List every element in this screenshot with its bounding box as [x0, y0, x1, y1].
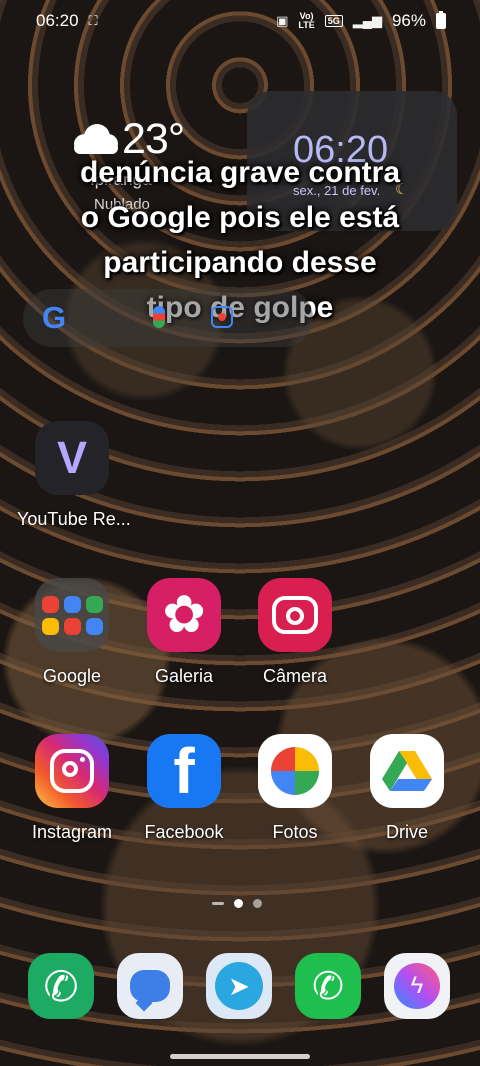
google-folder-icon — [35, 578, 109, 652]
facebook-icon: f — [147, 734, 221, 808]
google-drive-icon — [370, 734, 444, 808]
caption-line-1: denúncia grave contra — [79, 156, 401, 189]
battery-percent: 96% — [391, 11, 426, 30]
app-folder-google[interactable]: Google — [17, 578, 127, 687]
network-badge-5g: 5G — [324, 15, 343, 27]
galeria-flower-icon: ✿ — [147, 578, 221, 652]
dock-messages-icon[interactable] — [117, 953, 183, 1019]
voice-search-mic-icon[interactable] — [153, 306, 165, 328]
page-indicator-dot-active — [234, 899, 243, 908]
network-type-indicator: Vo) LTE — [298, 12, 314, 30]
youtube-revanced-icon: V — [35, 421, 109, 495]
google-logo-icon: G — [41, 300, 67, 335]
app-label-google: Google — [42, 666, 102, 686]
instagram-icon — [35, 734, 109, 808]
galeria-glyph: ✿ — [162, 586, 206, 644]
app-label-instagram: Instagram — [31, 822, 113, 842]
status-left: 06:20 ⛶ — [36, 11, 98, 31]
signal-icon: ▂▄▆ — [352, 13, 382, 28]
app-instagram[interactable]: Instagram — [17, 734, 127, 843]
status-time: 06:20 — [36, 11, 79, 30]
app-label-facebook: Facebook — [144, 822, 224, 842]
caption-line-2: o Google pois ele está — [80, 201, 400, 234]
app-facebook[interactable]: f Facebook — [129, 734, 239, 843]
page-indicator[interactable] — [212, 899, 262, 908]
cloud-icon — [68, 120, 118, 154]
battery-saver-icon: ▣ — [276, 13, 289, 28]
caption-line-3: participando desse — [103, 246, 377, 279]
battery-icon — [436, 11, 446, 29]
status-right: ▣ Vo) LTE 5G ▂▄▆ 96% — [276, 11, 446, 31]
google-search-bar[interactable]: G — [23, 289, 313, 347]
screenshot-icon: ⛶ — [88, 13, 98, 28]
app-galeria[interactable]: ✿ Galeria — [129, 578, 239, 687]
app-label-drive: Drive — [385, 822, 428, 842]
dock-whatsapp-icon[interactable]: ✆ — [295, 953, 361, 1019]
dock-telegram-icon[interactable]: ➤ — [206, 953, 272, 1019]
app-drive[interactable]: Drive — [352, 734, 462, 843]
google-photos-pinwheel-icon — [258, 734, 332, 808]
app-label-fotos: Fotos — [272, 822, 318, 842]
page-indicator-dot — [253, 899, 262, 908]
google-lens-icon[interactable] — [211, 306, 233, 328]
camera-icon — [258, 578, 332, 652]
dock-messenger-icon[interactable]: ϟ — [384, 953, 450, 1019]
telegram-glyph: ➤ — [215, 962, 263, 1010]
app-fotos[interactable]: Fotos — [240, 734, 350, 843]
app-label-camera: Câmera — [262, 666, 328, 686]
app-label-youtube-revanced: YouTube Re... — [17, 509, 131, 529]
app-label-galeria: Galeria — [154, 666, 214, 686]
app-youtube-revanced[interactable]: V YouTube Re... — [17, 421, 131, 530]
page-indicator-home — [212, 902, 224, 905]
status-bar: 06:20 ⛶ ▣ Vo) LTE 5G ▂▄▆ 96% — [0, 0, 480, 42]
drive-triangle-icon — [382, 751, 432, 791]
dock-phone-icon[interactable]: ✆ — [28, 953, 94, 1019]
app-camera[interactable]: Câmera — [240, 578, 350, 687]
gesture-navigation-bar[interactable] — [170, 1054, 310, 1059]
network-label: LTE — [298, 20, 315, 30]
messenger-glyph: ϟ — [394, 963, 440, 1009]
